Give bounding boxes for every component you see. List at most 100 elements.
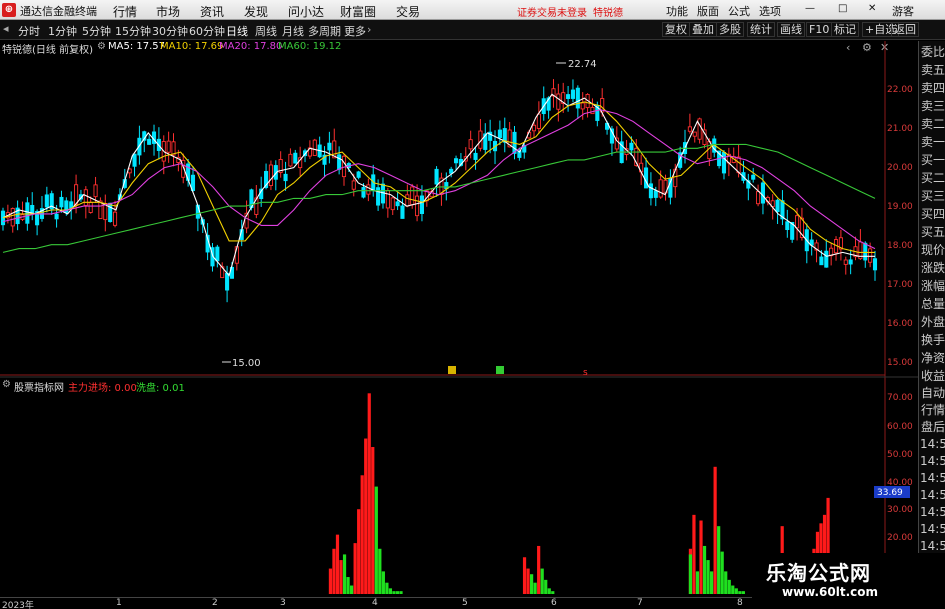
candle xyxy=(142,130,147,153)
indicator-bar-green xyxy=(388,588,393,594)
tab-period-15min[interactable]: 15分钟 xyxy=(115,23,151,39)
indicator-settings-icon[interactable]: ⚙ xyxy=(2,379,11,390)
candle xyxy=(200,217,205,234)
indicator-bar-green xyxy=(688,554,693,594)
tick-tab[interactable]: 自动 xyxy=(920,386,945,400)
candle xyxy=(405,184,410,208)
tab-period-monthly[interactable]: 月线 xyxy=(282,23,304,39)
candle xyxy=(741,160,746,184)
candle xyxy=(439,172,444,206)
minimize-icon[interactable]: — xyxy=(805,3,815,14)
candle xyxy=(658,170,663,199)
login-notice[interactable]: 证券交易未登录 xyxy=(517,4,587,19)
candle xyxy=(731,147,736,164)
mark-button[interactable]: 标记 xyxy=(831,22,859,37)
candle xyxy=(492,130,498,165)
candle xyxy=(868,242,873,268)
menu-discover[interactable]: 发现 xyxy=(244,3,268,20)
low-label: 15.00 xyxy=(232,358,261,369)
candle xyxy=(770,194,775,220)
tick-time: 14:5 xyxy=(920,488,945,502)
tab-period-daily[interactable]: 日线 xyxy=(226,23,248,39)
adjust-button[interactable]: 复权 xyxy=(662,22,690,37)
indicator-bar-green xyxy=(702,545,707,594)
candle xyxy=(726,147,731,177)
candle xyxy=(775,198,780,224)
candle xyxy=(74,174,79,214)
tick-tab[interactable]: 盘后 xyxy=(920,420,945,434)
candle xyxy=(361,183,366,199)
settings-gear-icon[interactable]: ⚙ xyxy=(97,41,106,52)
tab-period-tick[interactable]: 分时 xyxy=(18,23,40,39)
stock-title[interactable]: 特锐德(日线 前复权) xyxy=(2,41,93,56)
candle xyxy=(341,154,347,186)
draw-line-button[interactable]: 画线 xyxy=(777,22,805,37)
menu-market[interactable]: 市场 xyxy=(156,3,180,20)
candle xyxy=(682,129,688,164)
panel-settings-icon[interactable]: ⚙ xyxy=(862,41,872,54)
candle xyxy=(283,161,288,191)
candle xyxy=(600,88,605,117)
tab-period-weekly[interactable]: 周线 xyxy=(255,23,277,39)
indicator-bar-green xyxy=(695,571,700,594)
return-button[interactable]: 返回 xyxy=(891,22,919,37)
tab-period-more[interactable]: 更多 xyxy=(344,23,366,39)
candle xyxy=(712,135,717,158)
guest-label[interactable]: 游客 xyxy=(892,3,914,19)
menu-bar: ⊕ 通达信金融终端 行情 市场 资讯 发现 问小达 财富圈 交易 证券交易未登录… xyxy=(0,0,945,20)
candle xyxy=(20,201,25,222)
candle xyxy=(108,202,113,223)
panel-close-icon[interactable]: ✕ xyxy=(880,41,889,54)
candle xyxy=(30,192,35,221)
indicator-bar-red xyxy=(537,545,541,594)
quote-field-label: 卖四 xyxy=(920,81,945,95)
menu-news[interactable]: 资讯 xyxy=(200,3,224,20)
menu-layout[interactable]: 版面 xyxy=(697,3,719,19)
tick-time: 14:5 xyxy=(920,505,945,519)
indicator-name[interactable]: 股票指标网 xyxy=(14,379,64,394)
menu-options[interactable]: 选项 xyxy=(759,3,781,19)
candle xyxy=(536,101,541,134)
menu-ask[interactable]: 问小达 xyxy=(288,3,324,20)
candle xyxy=(254,184,259,219)
more-chevron-icon[interactable]: › xyxy=(367,23,371,36)
candle xyxy=(117,188,122,201)
indicator-bar-red xyxy=(353,543,357,594)
candle xyxy=(673,163,678,198)
tab-period-5min[interactable]: 5分钟 xyxy=(82,23,111,39)
tab-period-multi[interactable]: 多周期 xyxy=(308,23,341,39)
indicator-bar-red xyxy=(364,438,368,594)
menu-quotes[interactable]: 行情 xyxy=(113,3,137,20)
panel-arrow-icon[interactable]: ‹ xyxy=(846,41,850,54)
menu-formula[interactable]: 公式 xyxy=(728,3,750,19)
tab-period-60min[interactable]: 60分钟 xyxy=(189,23,225,39)
menu-trade[interactable]: 交易 xyxy=(396,3,420,20)
candle xyxy=(804,223,809,264)
candle xyxy=(444,172,449,201)
candle xyxy=(5,204,10,224)
quote-field-label: 涨跌 xyxy=(920,261,945,275)
overlay-button[interactable]: 叠加 xyxy=(689,22,717,37)
indicator-bar-green xyxy=(399,591,403,594)
indicator-bar-green xyxy=(392,591,396,594)
candle xyxy=(575,85,580,119)
multi-stock-button[interactable]: 多股 xyxy=(716,22,744,37)
candle xyxy=(190,166,196,193)
close-icon[interactable]: ✕ xyxy=(868,3,876,14)
tab-period-30min[interactable]: 30分钟 xyxy=(152,23,188,39)
maximize-icon[interactable]: □ xyxy=(838,3,847,14)
ind-tick-40: 40.00 xyxy=(887,478,913,488)
candle xyxy=(561,82,566,113)
tab-period-1min[interactable]: 1分钟 xyxy=(48,23,77,39)
f10-button[interactable]: F10 xyxy=(806,22,833,37)
moving-average-lines xyxy=(2,93,876,277)
back-arrow-icon[interactable]: ◂ xyxy=(3,22,9,35)
candle xyxy=(390,197,395,216)
menu-wealth[interactable]: 财富圈 xyxy=(340,3,376,20)
tick-tab[interactable]: 行情 xyxy=(920,403,945,417)
price-axis: 22.00 21.00 20.00 19.00 18.00 17.00 16.0… xyxy=(887,85,913,368)
menu-function[interactable]: 功能 xyxy=(666,3,688,19)
candle xyxy=(848,249,853,275)
stats-button[interactable]: 统计 xyxy=(747,22,775,37)
site-watermark: 乐淘公式网 www.60lt.com xyxy=(752,553,945,609)
